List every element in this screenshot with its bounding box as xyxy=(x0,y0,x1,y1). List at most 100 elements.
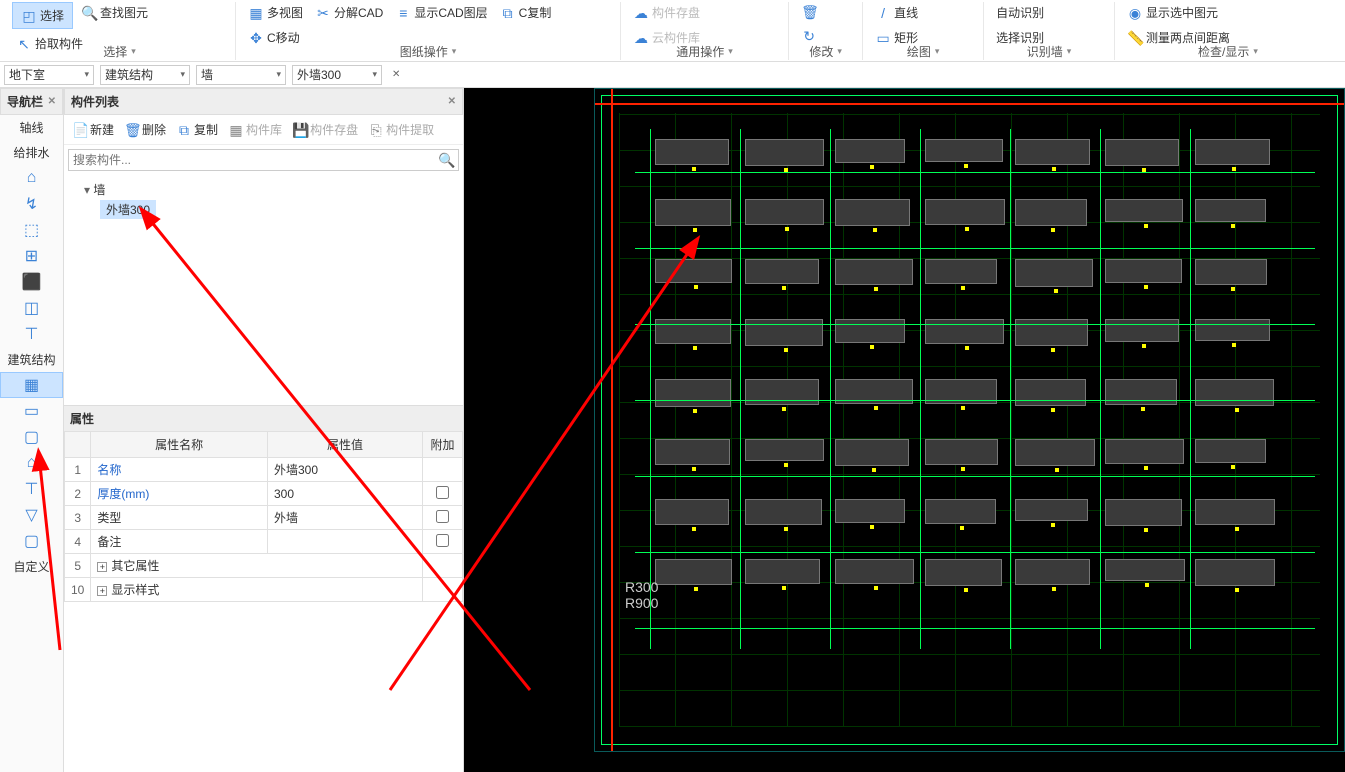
expand-icon[interactable]: + xyxy=(97,586,107,596)
nav-tool-icon[interactable]: ◫ xyxy=(0,295,63,321)
find-graphic[interactable]: 🔍查找图元 xyxy=(77,2,152,23)
nav-column: 导航栏 ✕ 轴线给排水⌂↯⬚⊞⬛◫⊤建筑结构▦▭▢⌂⊤▽▢自定义 xyxy=(0,88,64,772)
line-icon: / xyxy=(875,5,891,21)
select-button[interactable]: ◰选择 xyxy=(12,2,73,29)
toolbar-copy[interactable]: ⧉复制 xyxy=(172,119,222,140)
prop-extra[interactable] xyxy=(423,482,463,506)
prop-extra[interactable] xyxy=(423,458,463,482)
prop-value[interactable]: 300 xyxy=(268,482,423,506)
building-block xyxy=(1015,559,1090,585)
ribbon-group: 自动识别选择识别识别墙 xyxy=(984,2,1115,60)
nav-tool-icon[interactable]: ⊞ xyxy=(0,243,63,269)
multi-view[interactable]: ▦多视图 xyxy=(244,2,307,23)
expand-icon[interactable]: + xyxy=(97,562,107,572)
grid-line xyxy=(635,400,1315,401)
building-block xyxy=(745,379,819,405)
building-block xyxy=(745,439,824,461)
nav-tool-icon[interactable]: ⌂ xyxy=(0,450,63,476)
prop-value[interactable]: 外墙300 xyxy=(268,458,423,482)
prop-row[interactable]: 1名称外墙300 xyxy=(65,458,463,482)
pick-component[interactable]: ↖拾取构件 xyxy=(12,33,87,54)
building-block xyxy=(745,139,824,166)
building-block xyxy=(835,499,905,523)
auto-recognize[interactable]: 自动识别 xyxy=(992,2,1048,23)
category-select[interactable]: 建筑结构 xyxy=(100,65,190,85)
prop-row[interactable]: 2厚度(mm)300 xyxy=(65,482,463,506)
building-block xyxy=(1195,499,1275,525)
search-input[interactable] xyxy=(73,153,438,167)
c-copy[interactable]: ⧉C复制 xyxy=(496,2,556,23)
component-search[interactable]: 🔍 xyxy=(68,149,459,171)
nav-tool-icon[interactable]: ⊤ xyxy=(0,476,63,502)
prop-row[interactable]: 3类型外墙 xyxy=(65,506,463,530)
building-block xyxy=(1195,139,1270,165)
split-cad-label: 分解CAD xyxy=(334,4,383,21)
prop-value[interactable] xyxy=(268,530,423,554)
nav-tool-icon[interactable]: ▦ xyxy=(0,372,63,398)
grid-line xyxy=(635,628,1315,629)
line-label: 直线 xyxy=(894,4,918,21)
building-block xyxy=(925,259,997,284)
toolbar-delete[interactable]: 🗑删除 xyxy=(120,119,170,140)
floor-value: 地下室 xyxy=(9,66,45,83)
delete-icon: 🗑 xyxy=(124,122,140,138)
nav-tool-icon[interactable]: ⌂ xyxy=(0,165,63,191)
nav-tool-icon[interactable]: ▭ xyxy=(0,398,63,424)
find-graphic-icon: 🔍 xyxy=(81,5,97,21)
component-extract-icon: ⎘ xyxy=(368,122,384,138)
ribbon-group: ◰选择🔍查找图元↖拾取构件选择 xyxy=(4,2,236,60)
find-graphic-label: 查找图元 xyxy=(100,4,148,21)
prop-row[interactable]: 4备注 xyxy=(65,530,463,554)
building-block xyxy=(1105,319,1179,342)
show-selected[interactable]: ◉显示选中图元 xyxy=(1123,2,1222,23)
building-block xyxy=(655,499,729,525)
select-button-icon: ◰ xyxy=(21,8,37,24)
component-lib-icon: ▦ xyxy=(228,122,244,138)
component-list-close-icon[interactable]: ✕ xyxy=(448,96,456,107)
drawing-canvas[interactable]: R300R900 xyxy=(464,88,1345,772)
prop-row[interactable]: 10+显示样式 xyxy=(65,578,463,602)
nav-tool-icon[interactable]: ▢ xyxy=(0,424,63,450)
prop-extra[interactable] xyxy=(423,530,463,554)
toolbar-new[interactable]: 📄新建 xyxy=(68,119,118,140)
c-move[interactable]: ✥C移动 xyxy=(244,27,304,48)
prop-value[interactable]: 外墙 xyxy=(268,506,423,530)
building-block xyxy=(835,559,914,584)
properties-panel: 属性 属性名称 属性值 附加 1名称外墙3002厚度(mm)3003类型外墙4备… xyxy=(64,405,463,602)
prop-index: 10 xyxy=(65,578,91,602)
grid-line xyxy=(830,129,831,649)
floor-select[interactable]: 地下室 xyxy=(4,65,94,85)
prop-index: 4 xyxy=(65,530,91,554)
tree-item-wall300[interactable]: 外墙300 xyxy=(100,200,156,219)
nav-close-icon[interactable]: ✕ xyxy=(48,96,56,107)
filter-close-icon[interactable]: ✕ xyxy=(392,69,400,80)
nav-tool-icon[interactable]: ⬛ xyxy=(0,269,63,295)
nav-tool-icon[interactable]: ▢ xyxy=(0,528,63,554)
c-move-label: C移动 xyxy=(267,29,300,46)
delete[interactable]: 🗑 xyxy=(797,2,824,22)
show-cad-layer[interactable]: ≡显示CAD图层 xyxy=(391,2,491,23)
nav-tool-icon[interactable]: ⬚ xyxy=(0,217,63,243)
type-select[interactable]: 墙 xyxy=(196,65,286,85)
component-select[interactable]: 外墙300 xyxy=(292,65,382,85)
line[interactable]: /直线 xyxy=(871,2,922,23)
component-save-label: 构件存盘 xyxy=(310,121,358,138)
building-block xyxy=(1105,559,1185,581)
tree-root-wall[interactable]: 墙 xyxy=(72,179,455,200)
nav-tool-icon[interactable]: ↯ xyxy=(0,191,63,217)
c-copy-label: C复制 xyxy=(519,4,552,21)
split-cad[interactable]: ✂分解CAD xyxy=(311,2,387,23)
building-block xyxy=(835,199,910,226)
building-block xyxy=(1195,439,1266,463)
prop-extra[interactable] xyxy=(423,506,463,530)
component-store[interactable]: ☁构件存盘 xyxy=(629,2,704,23)
building-block xyxy=(1195,559,1275,586)
building-block xyxy=(1015,379,1086,406)
show-cad-layer-label: 显示CAD图层 xyxy=(414,4,487,21)
prop-row[interactable]: 5+其它属性 xyxy=(65,554,463,578)
ribbon-group-label: 通用操作 xyxy=(676,43,733,60)
nav-tool-icon[interactable]: ⊤ xyxy=(0,321,63,347)
nav-tool-icon[interactable]: ▽ xyxy=(0,502,63,528)
building-block xyxy=(1195,259,1267,285)
grid-line xyxy=(635,552,1315,553)
